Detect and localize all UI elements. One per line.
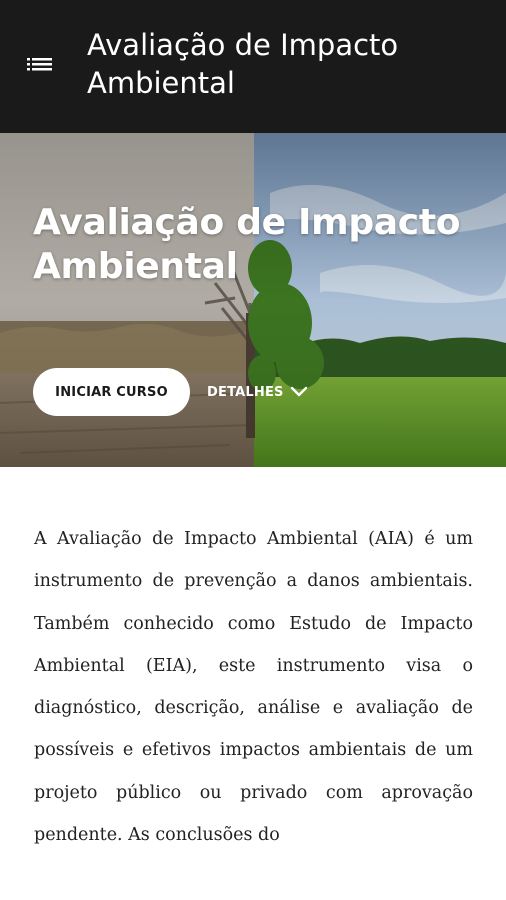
hero-image [0, 133, 506, 467]
list-menu-icon [27, 58, 52, 71]
details-label: DETALHES [207, 384, 284, 400]
app-title: Avaliação de Impacto Ambiental [87, 28, 399, 100]
hero-banner: Avaliação de Impacto Ambiental INICIAR C… [0, 133, 506, 467]
course-description: A Avaliação de Impacto Ambiental (AIA) é… [34, 518, 473, 856]
start-course-button[interactable]: INICIAR CURSO [33, 368, 190, 416]
details-button[interactable]: DETALHES [207, 368, 308, 416]
chevron-down-icon [290, 386, 307, 397]
description-paragraph: A Avaliação de Impacto Ambiental (AIA) é… [34, 529, 473, 846]
hero-title: Avaliação de Impacto Ambiental [33, 202, 461, 287]
app-bar: Avaliação de Impacto Ambiental [0, 0, 506, 133]
menu-button[interactable] [22, 52, 58, 80]
